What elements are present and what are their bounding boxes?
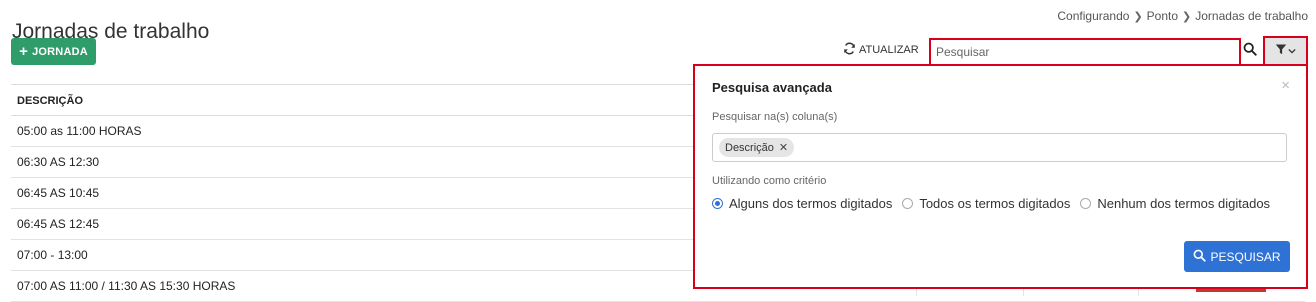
radio-checked-icon [712,198,723,209]
column-tag: Descrição ✕ [719,138,795,157]
columns-select[interactable]: Descrição ✕ [712,133,1287,162]
chevron-down-icon [1288,42,1296,60]
refresh-label: ATUALIZAR [859,44,919,56]
criteria-radio-label: Alguns dos termos digitados [729,196,893,211]
advanced-search-panel: Pesquisa avançada × Pesquisar na(s) colu… [693,64,1308,289]
breadcrumb: Configurando ❯ Ponto ❯ Jornadas de traba… [1057,9,1308,23]
search-button[interactable] [1239,39,1261,63]
refresh-icon [843,42,856,58]
criteria-radio-all[interactable]: Todos os termos digitados [902,196,1070,211]
breadcrumb-separator-icon: ❯ [1182,10,1192,23]
breadcrumb-separator-icon: ❯ [1133,10,1143,23]
advanced-search-title: Pesquisa avançada [712,80,832,95]
criteria-radio-none[interactable]: Nenhum dos termos digitados [1080,196,1270,211]
criteria-radio-group: Alguns dos termos digitados Todos os ter… [712,196,1270,211]
radio-unchecked-icon [1080,198,1092,209]
close-icon[interactable]: ✕ [779,141,788,154]
refresh-button[interactable]: ATUALIZAR [843,42,919,58]
columns-label: Pesquisar na(s) coluna(s) [712,111,838,123]
criteria-radio-label: Todos os termos digitados [919,196,1071,211]
criteria-radio-label: Nenhum dos termos digitados [1097,196,1271,211]
breadcrumb-item-current: Jornadas de trabalho [1195,9,1308,23]
close-icon[interactable]: × [1281,77,1290,94]
add-jornada-label: JORNADA [32,45,88,58]
search-icon [1243,42,1257,61]
criteria-radio-some[interactable]: Alguns dos termos digitados [712,196,892,211]
criteria-label: Utilizando como critério [712,175,827,187]
filter-icon [1275,42,1287,60]
column-tag-label: Descrição [725,141,774,154]
filter-toggle-button[interactable] [1263,36,1308,66]
add-jornada-button[interactable]: + JORNADA [11,38,96,65]
breadcrumb-item[interactable]: Configurando [1057,9,1129,23]
radio-unchecked-icon [902,198,914,209]
pesquisar-button[interactable]: PESQUISAR [1184,241,1290,272]
plus-icon: + [19,42,29,60]
breadcrumb-item[interactable]: Ponto [1147,9,1178,23]
search-icon [1193,249,1207,265]
pesquisar-label: PESQUISAR [1210,249,1281,264]
search-input[interactable] [929,38,1241,66]
